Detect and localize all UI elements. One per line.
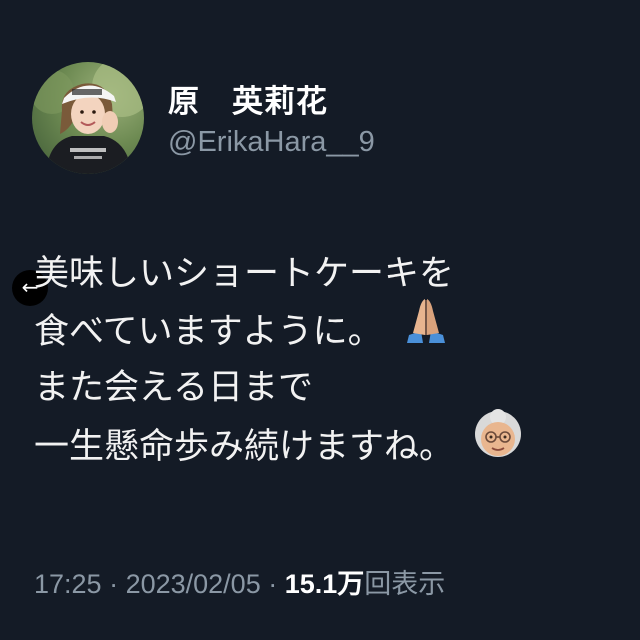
tweet-line-text: 一生懸命歩み続けますね。 [34,427,455,467]
user-handle[interactable]: @ErikaHara__9 [168,126,375,159]
profile-photo-icon [32,62,144,174]
tweet-date[interactable]: 2023/02/05 [126,569,261,599]
tweet-card: 原 英莉花 @ErikaHara__9 ← 美味しいショートケーキを 食べていま… [0,0,640,640]
old-woman-icon [472,409,524,479]
tweet-line-text: 美味しいショートケーキを [34,254,455,294]
tweet-line: 美味しいショートケーキを [34,246,624,303]
tweet-line-text: 食べていますように。 [34,312,383,352]
meta-separator: · [260,569,285,599]
folded-hands-icon [401,295,451,363]
tweet-line: 食べていますように。 [34,299,624,360]
tweet-text: 美味しいショートケーキを 食べていますように。 また会える日まで 一生懸命歩み続… [34,246,624,474]
views-label: 回表示 [364,569,446,599]
meta-separator: · [101,569,126,599]
avatar[interactable] [32,62,144,174]
tweet-meta: 17:25 · 2023/02/05 · 15.1万回表示 [34,562,445,601]
tweet-line: 一生懸命歩み続けますね。 [34,409,624,474]
display-name[interactable]: 原 英莉花 [168,76,328,121]
tweet-line: また会える日まで [34,360,624,417]
tweet-line-text: また会える日まで [34,368,313,408]
views-count[interactable]: 15.1万 [285,569,365,599]
tweet-time[interactable]: 17:25 [34,569,102,599]
